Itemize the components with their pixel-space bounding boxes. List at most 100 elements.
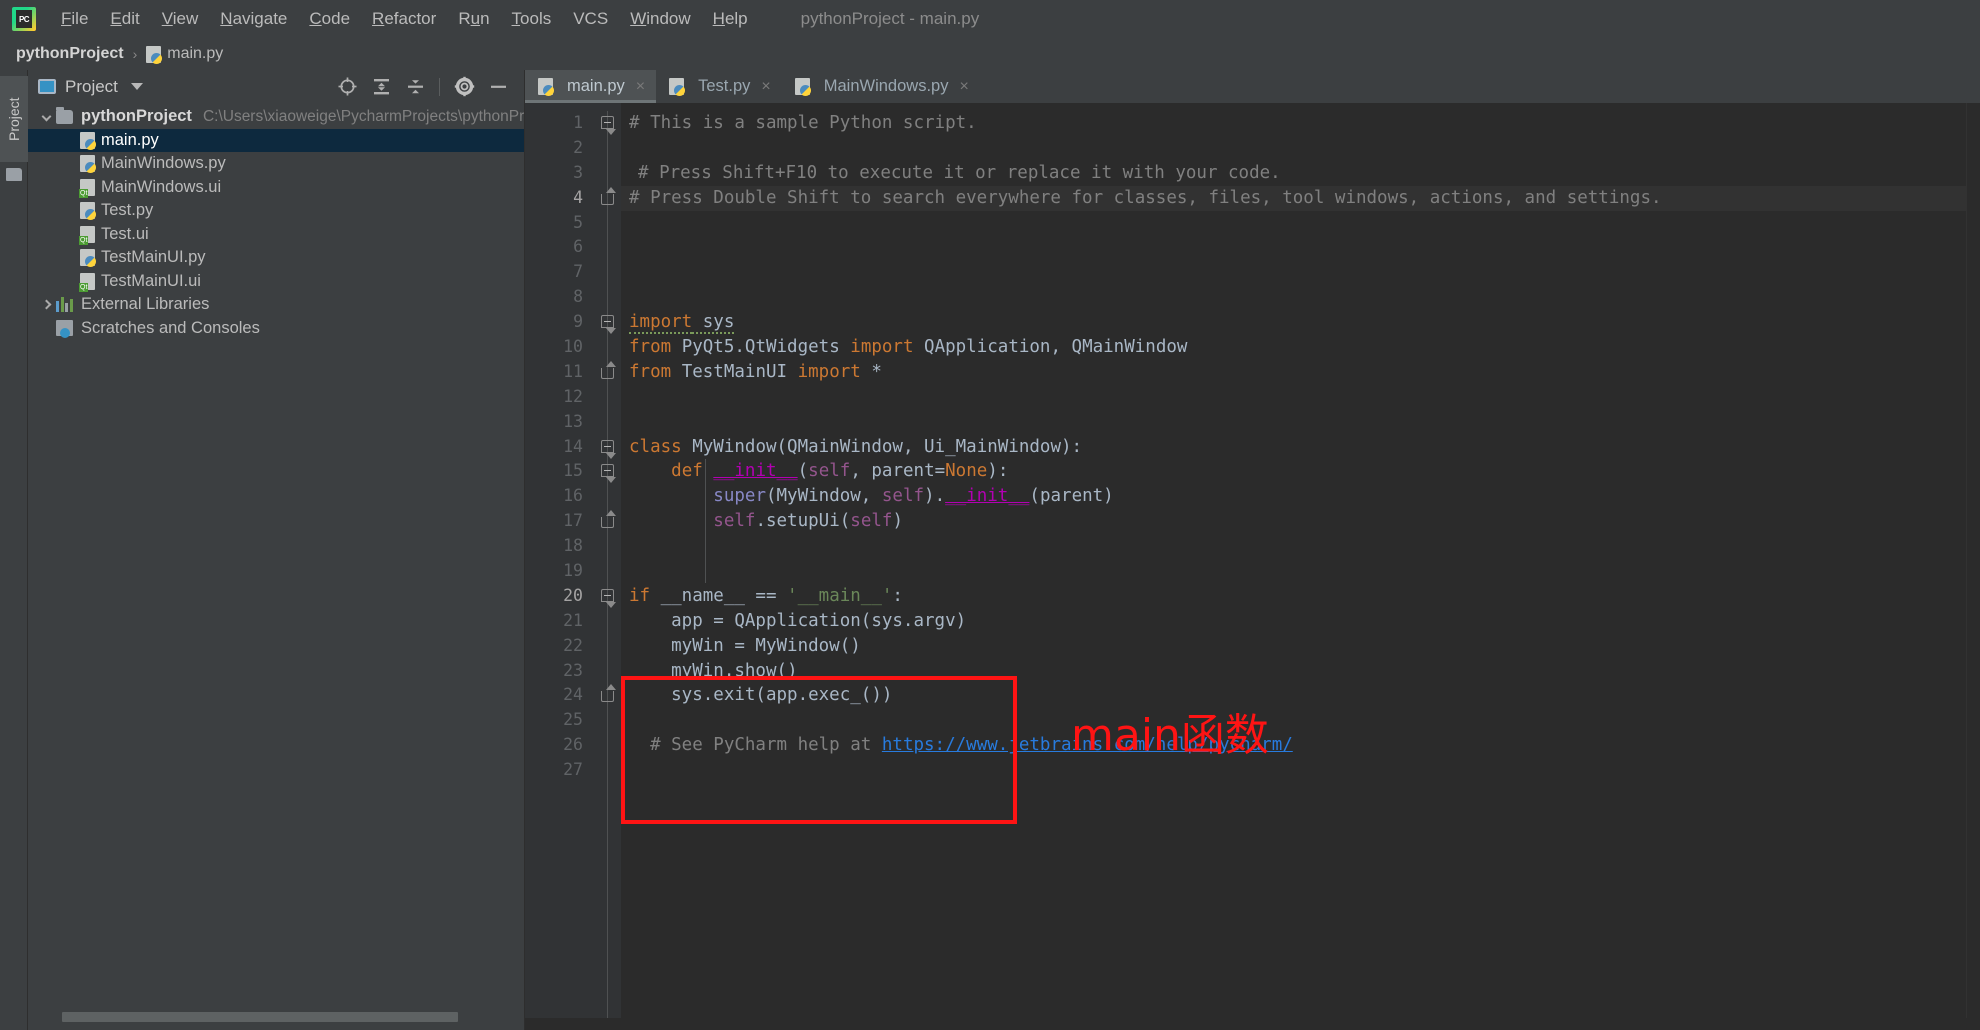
main-area: Project Project pythonProject C:\Users\x…: [0, 70, 1980, 1030]
folder-icon[interactable]: [6, 168, 22, 181]
python-file-icon: [538, 78, 554, 96]
menu-file[interactable]: File: [50, 5, 99, 33]
chevron-right-icon[interactable]: [36, 299, 56, 310]
menu-vcs[interactable]: VCS: [562, 5, 619, 33]
tab-mainwindows-py[interactable]: MainWindows.py ×: [782, 70, 980, 103]
tree-row-external-libraries[interactable]: External Libraries: [28, 293, 524, 317]
line-number: 2: [573, 137, 583, 157]
expand-all-icon[interactable]: [367, 73, 395, 101]
close-icon[interactable]: ×: [761, 78, 770, 95]
line-number-gutter: 1 2 3 4 5 6 7 8 9 10 11 12 13 14 15 16 1…: [525, 103, 593, 1018]
code-line-help-comment: # See PyCharm help at https://www.jetbra…: [629, 735, 1293, 756]
tab-label: MainWindows.py: [823, 77, 949, 95]
menu-edit[interactable]: Edit: [99, 5, 150, 33]
code-folding-gutter: [593, 103, 621, 1018]
toolbar-divider: [439, 77, 440, 96]
scrollbar-thumb[interactable]: [62, 1012, 458, 1022]
line-number: 3: [573, 162, 583, 182]
project-horizontal-scrollbar[interactable]: [62, 1010, 512, 1024]
line-number: 23: [563, 660, 583, 680]
code-line-import-sys: import sys: [629, 312, 735, 335]
menu-tools[interactable]: Tools: [501, 5, 563, 33]
code-text-area[interactable]: # This is a sample Python script. # Pres…: [621, 103, 1966, 1018]
fold-collapse-icon[interactable]: [601, 116, 616, 135]
project-view-icon: [38, 79, 56, 94]
tree-row-main-py[interactable]: main.py: [28, 128, 524, 152]
menu-code[interactable]: Code: [298, 5, 361, 33]
annotation-label: main函数: [1071, 710, 1269, 761]
breadcrumb-file[interactable]: main.py: [167, 45, 223, 63]
line-number: 6: [573, 237, 583, 257]
left-tool-rail: Project: [0, 70, 28, 1030]
editor-scrollbar[interactable]: [1966, 103, 1980, 1018]
tree-row-pythonproject[interactable]: pythonProject C:\Users\xiaoweige\Pycharm…: [28, 105, 524, 129]
pycharm-logo-icon: PC: [12, 7, 36, 31]
sidebar-item-project[interactable]: Project: [0, 76, 28, 162]
close-icon[interactable]: ×: [959, 78, 968, 95]
menu-window[interactable]: Window: [619, 5, 701, 33]
tab-test-py[interactable]: Test.py ×: [656, 70, 782, 103]
tree-label: TestMainUI.ui: [101, 271, 201, 290]
line-number: 11: [563, 361, 583, 381]
fold-collapse-icon[interactable]: [601, 439, 616, 459]
close-icon[interactable]: ×: [636, 78, 645, 95]
line-number: 14: [563, 436, 583, 456]
fold-end-icon[interactable]: [601, 684, 616, 703]
code-line-app-init: app = QApplication(sys.argv): [629, 610, 967, 631]
folder-icon: [56, 106, 73, 124]
qt-ui-file-icon: [79, 225, 95, 245]
chevron-down-icon[interactable]: [130, 83, 143, 90]
python-file-icon: [146, 45, 163, 64]
menu-view[interactable]: View: [151, 5, 210, 33]
code-line-mywin-init: myWin = MyWindow(): [629, 635, 861, 656]
tree-label: External Libraries: [81, 295, 210, 314]
line-number: 22: [563, 635, 583, 655]
tree-label: Scratches and Consoles: [81, 318, 260, 337]
chevron-down-icon[interactable]: [36, 111, 56, 122]
locate-target-icon[interactable]: [333, 73, 361, 101]
code-line-init-def: def __init__(self, parent=None):: [671, 461, 1009, 482]
breadcrumb-project[interactable]: pythonProject: [16, 45, 124, 63]
fold-end-icon[interactable]: [601, 186, 616, 205]
breadcrumb-separator: ›: [132, 46, 138, 62]
tree-row-testmainui-py[interactable]: TestMainUI.py: [28, 246, 524, 270]
project-view-selector[interactable]: Project: [38, 77, 143, 97]
line-number: 19: [563, 561, 583, 581]
fold-collapse-icon[interactable]: [601, 464, 616, 484]
menu-run[interactable]: Run: [447, 5, 500, 33]
settings-gear-icon[interactable]: [450, 73, 478, 101]
code-line-mywin-show: myWin.show(): [629, 660, 798, 681]
line-number: 10: [563, 337, 583, 357]
tree-row-test-ui[interactable]: Test.ui: [28, 223, 524, 247]
line-number: 12: [563, 386, 583, 406]
breadcrumb: pythonProject › main.py: [0, 38, 1980, 70]
fold-collapse-icon[interactable]: [601, 588, 616, 608]
tree-row-mainwindows-py[interactable]: MainWindows.py: [28, 152, 524, 176]
line-number: 24: [563, 685, 583, 705]
fold-end-icon[interactable]: [601, 360, 616, 379]
hide-minimize-icon[interactable]: [484, 73, 512, 101]
collapse-all-icon[interactable]: [401, 73, 429, 101]
fold-end-icon[interactable]: [601, 510, 616, 529]
python-file-icon: [80, 155, 96, 174]
qt-ui-file-icon: [79, 272, 95, 292]
line-number: 4: [573, 187, 583, 207]
menu-navigate[interactable]: Navigate: [209, 5, 298, 33]
fold-collapse-icon[interactable]: [601, 315, 616, 335]
tree-row-mainwindows-ui[interactable]: MainWindows.ui: [28, 176, 524, 200]
tab-label: main.py: [567, 77, 625, 95]
project-panel: Project pythonProject C:\Users\xiaoweige…: [28, 70, 525, 1030]
tree-row-testmainui-ui[interactable]: TestMainUI.ui: [28, 270, 524, 294]
tab-main-py[interactable]: main.py ×: [525, 70, 657, 103]
menu-help[interactable]: Help: [702, 5, 759, 33]
tree-row-scratches[interactable]: Scratches and Consoles: [28, 317, 524, 341]
python-file-icon: [80, 202, 96, 221]
tree-row-test-py[interactable]: Test.py: [28, 199, 524, 223]
menu-refactor[interactable]: Refactor: [361, 5, 447, 33]
tree-label: MainWindows.py: [101, 154, 226, 173]
